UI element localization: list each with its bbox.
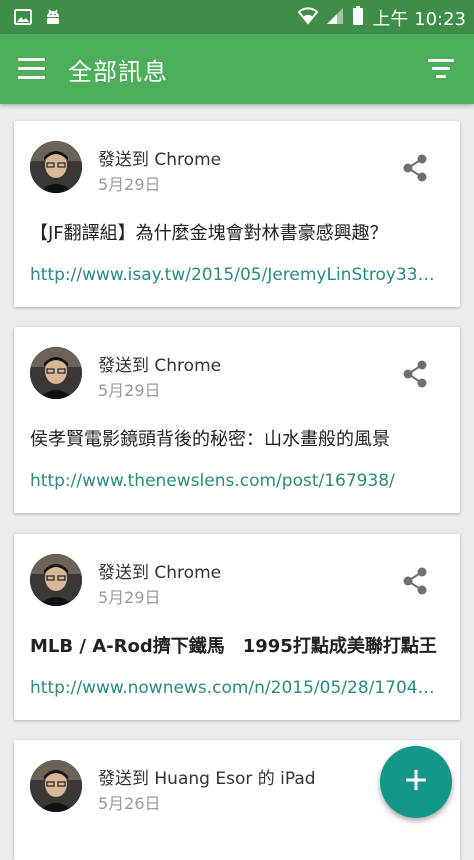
android-icon <box>44 8 62 26</box>
message-title: MLB / A-Rod擠下鐵馬 1995打點成美聯打點王 <box>30 636 437 657</box>
message-card[interactable]: 發送到 Chrome 5月29日 侯孝賢電影鏡頭背後的秘密：山水畫般的風景 ht… <box>14 327 460 513</box>
message-title: 侯孝賢電影鏡頭背後的秘密：山水畫般的風景 <box>30 429 390 450</box>
message-date: 5月29日 <box>98 588 161 607</box>
filter-icon[interactable] <box>428 59 454 79</box>
image-icon <box>14 8 32 26</box>
avatar <box>30 141 82 193</box>
message-card[interactable]: 發送到 Chrome 5月29日 MLB / A-Rod擠下鐵馬 1995打點成… <box>14 534 460 720</box>
page-title: 全部訊息 <box>68 58 168 86</box>
signal-icon <box>326 7 344 29</box>
avatar <box>30 347 82 399</box>
message-link[interactable]: http://www.thenewslens.com/post/167938/ <box>30 471 444 491</box>
compose-button[interactable] <box>380 746 452 818</box>
sender-label: 發送到 Huang Esor 的 iPad <box>98 769 316 789</box>
message-date: 5月29日 <box>98 381 161 400</box>
avatar <box>30 760 82 812</box>
app-bar: 全部訊息 <box>0 34 474 104</box>
share-icon[interactable] <box>402 566 428 596</box>
hamburger-menu-icon[interactable] <box>18 58 45 80</box>
share-icon[interactable] <box>402 359 428 389</box>
message-link[interactable]: http://www.nownews.com/n/2015/05/28/1704… <box>30 678 444 698</box>
message-date: 5月29日 <box>98 175 161 194</box>
plus-icon <box>404 768 428 796</box>
battery-icon <box>352 6 364 30</box>
sender-label: 發送到 Chrome <box>98 563 222 583</box>
message-date: 5月26日 <box>98 794 161 813</box>
wifi-icon <box>298 7 319 29</box>
sender-label: 發送到 Chrome <box>98 356 222 376</box>
sender-label: 發送到 Chrome <box>98 150 222 170</box>
message-link[interactable]: http://www.isay.tw/2015/05/JeremyLinStro… <box>30 265 444 285</box>
message-card[interactable]: 發送到 Chrome 5月29日 【JF翻譯組】為什麼金塊會對林書豪感興趣？ h… <box>14 121 460 307</box>
share-icon[interactable] <box>402 153 428 183</box>
status-bar: 上午 10:23 <box>0 0 474 34</box>
avatar <box>30 554 82 606</box>
message-title: 【JF翻譯組】為什麼金塊會對林書豪感興趣？ <box>30 223 388 244</box>
clock: 上午 10:23 <box>372 9 466 30</box>
